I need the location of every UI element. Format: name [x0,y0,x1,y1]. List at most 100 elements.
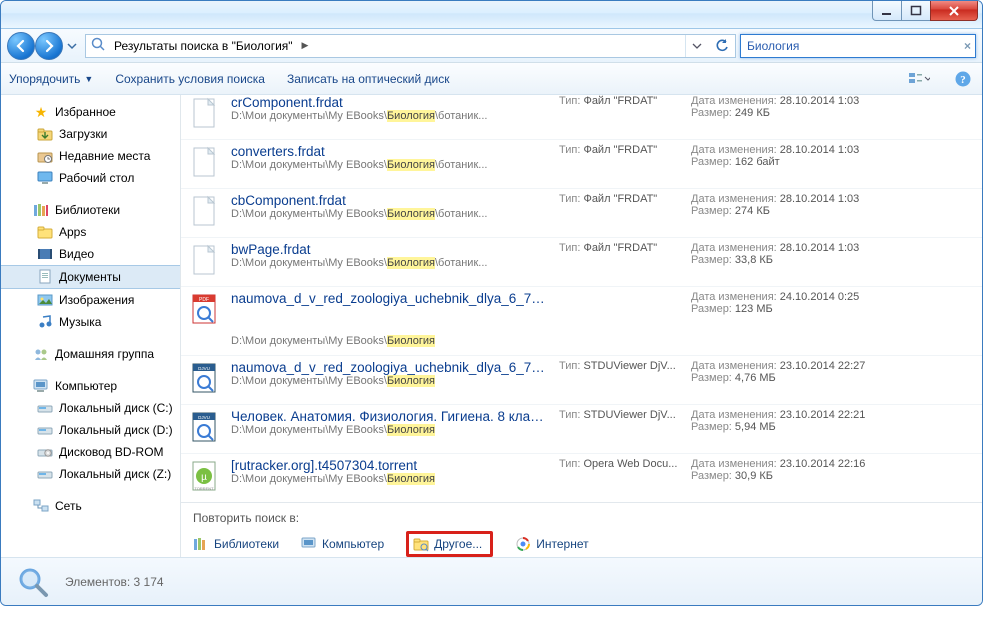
result-row[interactable]: converters.frdatD:\Мои документы\My EBoo… [181,139,982,188]
search-again-internet[interactable]: Интернет [515,536,588,552]
nav-back-button[interactable] [7,32,35,60]
toolbar-burn[interactable]: Записать на оптический диск [287,72,450,86]
file-date: Дата изменения: 28.10.2014 1:03 [691,95,972,107]
search-clear-button[interactable]: × [964,39,971,53]
drive-icon [37,466,53,482]
file-name: naumova_d_v_red_zoologiya_uchebnik_dlya_… [231,360,549,375]
search-input[interactable] [745,38,960,54]
search-again-computer[interactable]: Компьютер [301,536,384,552]
file-type-icon [189,95,221,131]
file-size: Размер: 162 байт [691,156,972,168]
file-size: Размер: 123 МБ [691,303,972,315]
desktop-icon [37,170,53,186]
toolbar-organize[interactable]: Упорядочить ▼ [9,72,93,86]
sidebar-item-desktop[interactable]: Рабочий стол [1,167,180,189]
sidebar-item-bdrom[interactable]: Дисковод BD-ROM [1,441,180,463]
sidebar-homegroup-label: Домашняя группа [55,347,154,361]
sidebar-item-label: Видео [59,247,94,261]
sidebar-item-drive-z[interactable]: Локальный диск (Z:) [1,463,180,485]
sidebar-item-music[interactable]: Музыка [1,311,180,333]
sidebar-favorites-group: ★ Избранное Загрузки Недавние места Рабо… [1,101,180,189]
file-size: Размер: 33,8 КБ [691,254,972,266]
search-again-custom[interactable]: Другое... [406,531,493,557]
address-bar[interactable]: Результаты поиска в "Биология" ▶ [85,34,736,58]
sidebar-item-label: Документы [59,270,121,284]
file-type: Тип: Файл "FRDAT" [559,144,681,156]
nav-forward-button[interactable] [35,32,63,60]
nav-history-dropdown[interactable] [63,32,81,60]
sidebar-item-drive-d[interactable]: Локальный диск (D:) [1,419,180,441]
status-text: Элементов: 3 174 [65,575,164,589]
file-type-icon [189,144,221,180]
view-options-button[interactable] [908,68,930,90]
recent-icon [37,148,53,164]
file-path: D:\Мои документы\My EBooks\Биология\бота… [231,110,549,122]
sidebar-network-header[interactable]: Сеть [1,495,180,517]
result-row[interactable]: µTORRENT [rutracker.org].t4507304.torrent… [181,453,982,502]
sidebar-item-downloads[interactable]: Загрузки [1,123,180,145]
sidebar-item-label: Локальный диск (D:) [59,423,173,437]
sidebar-item-documents[interactable]: Документы [1,265,180,289]
libraries-icon [33,202,49,218]
sidebar-item-label: Загрузки [59,127,107,141]
toolbar-save-search[interactable]: Сохранить условия поиска [115,72,265,86]
toolbar-burn-label: Записать на оптический диск [287,72,450,86]
breadcrumb-text[interactable]: Результаты поиска в "Биология" [112,39,295,53]
sidebar-item-recent[interactable]: Недавние места [1,145,180,167]
file-name: [rutracker.org].t4507304.torrent [231,458,549,473]
window-close-button[interactable] [930,1,978,21]
sidebar-favorites-label: Избранное [55,105,116,119]
window-minimize-button[interactable] [872,1,902,21]
result-row[interactable]: bwPage.frdatD:\Мои документы\My EBooks\Б… [181,237,982,286]
file-type: Тип: STDUViewer DjV... [559,360,681,372]
search-again-label: Компьютер [322,537,384,551]
sidebar-computer-label: Компьютер [55,379,117,393]
result-row[interactable]: crComponent.frdatD:\Мои документы\My EBo… [181,95,982,139]
address-refresh-button[interactable] [711,35,733,57]
file-type-icon: µTORRENT [189,458,221,494]
file-size: Размер: 274 КБ [691,205,972,217]
sidebar-item-videos[interactable]: Видео [1,243,180,265]
search-again-label: Интернет [536,537,588,551]
result-row[interactable]: DJVUnaumova_d_v_red_zoologiya_uchebnik_d… [181,355,982,404]
search-box[interactable]: × [740,34,976,58]
sidebar-computer-group: Компьютер Локальный диск (C:) Локальный … [1,375,180,485]
sidebar-favorites-header[interactable]: ★ Избранное [1,101,180,123]
sidebar-item-label: Недавние места [59,149,150,163]
address-dropdown-button[interactable] [685,35,707,57]
folder-icon [37,224,53,240]
file-size: Размер: 5,94 МБ [691,421,972,433]
svg-text:?: ? [960,74,966,86]
sidebar-libraries-header[interactable]: Библиотеки [1,199,180,221]
file-path: D:\Мои документы\My EBooks\Биология [231,424,549,436]
sidebar-item-apps[interactable]: Apps [1,221,180,243]
file-name: converters.frdat [231,144,549,159]
file-date: Дата изменения: 28.10.2014 1:03 [691,193,972,205]
sidebar-computer-header[interactable]: Компьютер [1,375,180,397]
sidebar-libraries-label: Библиотеки [55,203,120,217]
search-again-libraries[interactable]: Библиотеки [193,536,279,552]
pictures-icon [37,292,53,308]
file-type: Тип: Файл "FRDAT" [559,193,681,205]
sidebar-network-label: Сеть [55,499,82,513]
file-path: D:\Мои документы\My EBooks\Биология\бота… [231,257,549,269]
file-date: Дата изменения: 23.10.2014 22:16 [691,458,972,470]
breadcrumb-chevron-icon[interactable]: ▶ [299,40,312,51]
file-size: Размер: 4,76 МБ [691,372,972,384]
result-row[interactable]: DJVUЧеловек. Анатомия. Физиология. Гигие… [181,404,982,453]
help-button[interactable]: ? [952,68,974,90]
result-row[interactable]: cbComponent.frdatD:\Мои документы\My EBo… [181,188,982,237]
sidebar-homegroup-header[interactable]: Домашняя группа [1,343,180,365]
window-maximize-button[interactable] [901,1,931,21]
results-pane: crComponent.frdatD:\Мои документы\My EBo… [181,95,982,557]
sidebar-item-label: Изображения [59,293,134,307]
result-row[interactable]: PDFnaumova_d_v_red_zoologiya_uchebnik_dl… [181,286,982,335]
disc-drive-icon [37,444,53,460]
file-type: Тип: Файл "FRDAT" [559,242,681,254]
file-type: Тип: Файл "FRDAT" [559,95,681,107]
toolbar-organize-label: Упорядочить [9,72,80,86]
file-path: D:\Мои документы\My EBooks\Биология\бота… [231,159,549,171]
sidebar-item-drive-c[interactable]: Локальный диск (C:) [1,397,180,419]
sidebar-item-pictures[interactable]: Изображения [1,289,180,311]
file-date: Дата изменения: 28.10.2014 1:03 [691,144,972,156]
